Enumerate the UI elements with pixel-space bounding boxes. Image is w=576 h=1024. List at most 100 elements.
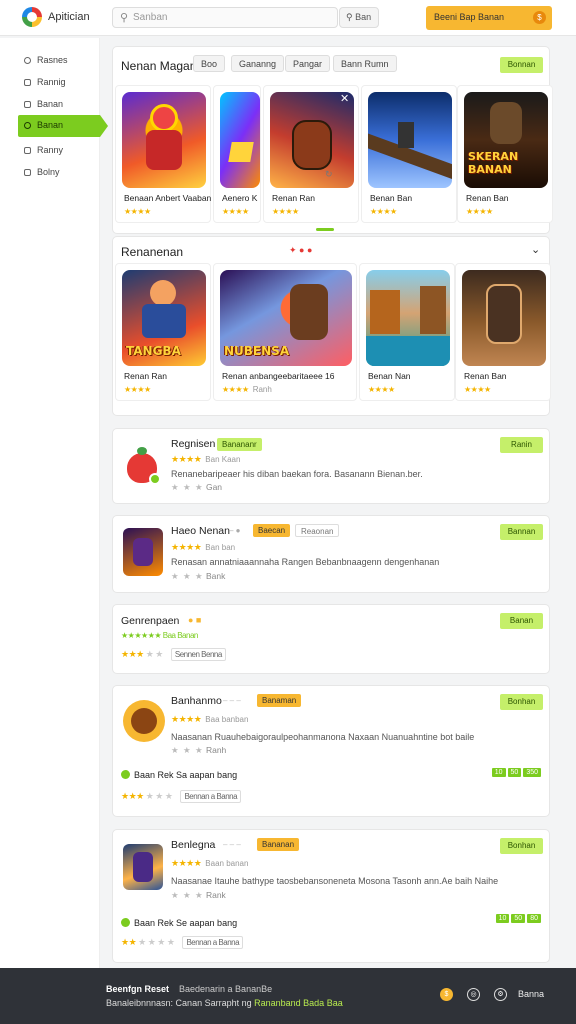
game-name: Benan Nan <box>368 371 411 381</box>
section-title: Nenan Magan <box>121 59 197 73</box>
app-list-item[interactable]: Genrenpaen ● ■ ★★★★★★ Baa Banan ★★★ ★ ★ … <box>112 604 550 674</box>
secondary-rating: ★ ★ ★ Ranh <box>171 745 227 755</box>
filter-chip[interactable]: Pangar <box>285 55 331 72</box>
sidebar-item-rannig[interactable]: Rannig <box>18 72 100 94</box>
carousel-indicator[interactable] <box>316 228 334 231</box>
secondary-rating: ★ ★ ★ Gan <box>171 482 223 492</box>
rating-stars: ★★★★ <box>124 207 151 216</box>
status-badge: Banaman <box>257 694 302 707</box>
sidebar-item-banan[interactable]: Banan <box>18 94 100 116</box>
featured-section: Nenan Magan Boo Gananng Pangar Bann Rumn… <box>112 46 553 234</box>
game-card[interactable]: Aenero K ★★★★ <box>213 85 261 223</box>
search-icon: ⚲ <box>120 12 129 24</box>
app-title: Regnisen <box>171 438 216 450</box>
filter-chip[interactable]: Gananng <box>231 55 285 72</box>
sidebar-item-label: Banan <box>37 99 64 109</box>
game-card[interactable]: Benaan Anbert Vaaban ★★★★ <box>115 85 211 223</box>
install-button[interactable]: Banan <box>500 613 543 629</box>
rating-count: Ranh <box>252 385 272 394</box>
stars-value: ★★ <box>121 937 137 947</box>
carousel-icon[interactable]: ↻ <box>325 169 333 180</box>
app-list-item[interactable]: Banhanmo – – – Banaman ★★★★ Baa banban Na… <box>112 685 550 817</box>
secondary-label: Gan <box>205 482 223 492</box>
badge-icon: ✦ ● ● <box>289 245 313 255</box>
check-icon <box>121 918 130 927</box>
rating-stars: ★★★★ <box>464 385 491 394</box>
app-title: Genrenpaen <box>121 615 180 627</box>
filter-chip[interactable]: Bann Rumn <box>333 55 397 72</box>
app-title: Banhanmo <box>171 695 222 707</box>
coin-icon[interactable]: $ <box>440 988 453 1001</box>
game-name: Renan Ban <box>464 371 507 381</box>
second-section: Renanenan ✦ ● ● ⌄ TANGBA Renan Ran ★★★★ … <box>112 236 551 416</box>
game-card[interactable]: TANGBA Renan Ran ★★★★ <box>115 263 211 401</box>
footer-heading: Beenfgn Reset <box>106 984 170 994</box>
game-name: Renan Ran <box>272 193 316 203</box>
top-bar: Apitician ⚲ Sanban ⚲ Ban Beeni Bap Banan… <box>0 0 576 36</box>
sidebar-item-rasnes[interactable]: Rasnes <box>18 50 100 72</box>
stars-value: ★★★★ <box>171 454 202 464</box>
app-description: Naasanae Itauhe bathype taosbebansonenet… <box>171 876 499 886</box>
filter-chip[interactable]: Boo <box>193 55 226 72</box>
game-name: Benaan Anbert Vaaban <box>124 193 212 203</box>
rating-stars: ★★ ★ ★ ★ ★ Bennan a Banna <box>121 936 244 949</box>
game-card[interactable]: SKERAN BANAN Renan Ban ★★★★ <box>457 85 553 223</box>
globe-icon[interactable]: ◎ <box>467 988 480 1001</box>
rating-stars: ★★★★ <box>370 207 397 216</box>
status-badge: Bananan <box>257 838 300 851</box>
app-logo[interactable] <box>22 7 42 27</box>
game-thumbnail <box>123 844 163 890</box>
search-input[interactable]: ⚲ Sanban <box>112 7 338 28</box>
close-icon[interactable]: ✕ <box>340 92 349 105</box>
rating-stars: ★★★★ Ranh <box>222 385 272 394</box>
rating-stars: ★★★★ Ban ban <box>171 542 235 553</box>
promo-button[interactable]: Beeni Bap Banan $ <box>426 6 552 30</box>
sidebar-item-banan-active[interactable]: Banan <box>18 115 108 137</box>
footer-link[interactable]: Rananband Bada Baa <box>254 998 343 1008</box>
sidebar-item-ranny[interactable]: Ranny <box>18 140 100 162</box>
game-card[interactable]: Benan Ban ★★★★ <box>361 85 457 223</box>
install-button[interactable]: Bonhan <box>500 694 543 710</box>
install-button[interactable]: Bannan <box>500 524 543 540</box>
secondary-rating: ★ ★ ★ Bank <box>171 571 226 581</box>
rating-count: Baa banban <box>205 715 249 724</box>
game-art <box>462 270 546 366</box>
game-card[interactable]: Renan Ban ★★★★ <box>455 263 551 401</box>
app-list-item[interactable]: Regnisen Banananr ★★★★ Ban Kaan Renanebar… <box>112 428 550 504</box>
secondary-badge: Reaonan <box>295 524 340 537</box>
footer-line: Beenfgn Reset Baedenarin a BananBe <box>106 984 272 994</box>
search-button[interactable]: ⚲ Ban <box>339 7 379 28</box>
game-card[interactable]: Benan Nan ★★★★ <box>359 263 455 401</box>
sidebar-item-label: Ranny <box>37 145 64 155</box>
secondary-label: Rank <box>205 890 226 900</box>
footer-line: Banaleibnnnasn: Canan Sarrapht ng Rananb… <box>106 998 343 1008</box>
sidebar-item-label: Rasnes <box>37 55 68 65</box>
tag-group: 10 50 350 <box>490 768 541 777</box>
install-button[interactable]: Ranin <box>500 437 543 453</box>
review-pill: Sennen Benna <box>170 648 226 661</box>
search-placeholder: Sanban <box>133 12 168 23</box>
rating-count: Ban ban <box>205 543 236 552</box>
game-name: Renan Ran <box>124 371 168 381</box>
square-icon <box>24 79 31 86</box>
footer-text: Banaleibnnnasn: Canan Sarrapht ng <box>106 998 252 1008</box>
app-list-item[interactable]: Haeo Nenan – ● Baecan Reaonan ★★★★ Ban ba… <box>112 515 550 593</box>
install-button[interactable]: Bonhan <box>500 838 543 854</box>
view-all-button[interactable]: Bonnan <box>500 57 543 73</box>
stars-value: ★★★ <box>121 649 144 659</box>
chevron-down-icon[interactable]: ⌄ <box>531 243 540 256</box>
square-icon <box>24 169 31 176</box>
game-card[interactable]: Renan Ran ★★★★ ✕ <box>263 85 359 223</box>
green-rating: ★★★★★★ Baa Banan <box>121 631 198 640</box>
check-icon <box>121 770 130 779</box>
rating-count: Ban Kaan <box>205 455 241 464</box>
footer-label[interactable]: Banna <box>518 989 544 999</box>
square-icon <box>24 101 31 108</box>
app-title: Benlegna <box>171 839 216 851</box>
sidebar-item-bolny[interactable]: Bolny <box>18 162 100 184</box>
game-card[interactable]: NUBENSA Renan anbangeebaritaeee 16 ★★★★ R… <box>213 263 357 401</box>
tag-group: 10 50 80 <box>494 914 541 923</box>
settings-icon[interactable]: ⚙ <box>494 988 507 1001</box>
rating-count: Baan banan <box>205 859 249 868</box>
app-list-item[interactable]: Benlegna – – – Bananan ★★★★ Baan banan Na… <box>112 829 550 963</box>
